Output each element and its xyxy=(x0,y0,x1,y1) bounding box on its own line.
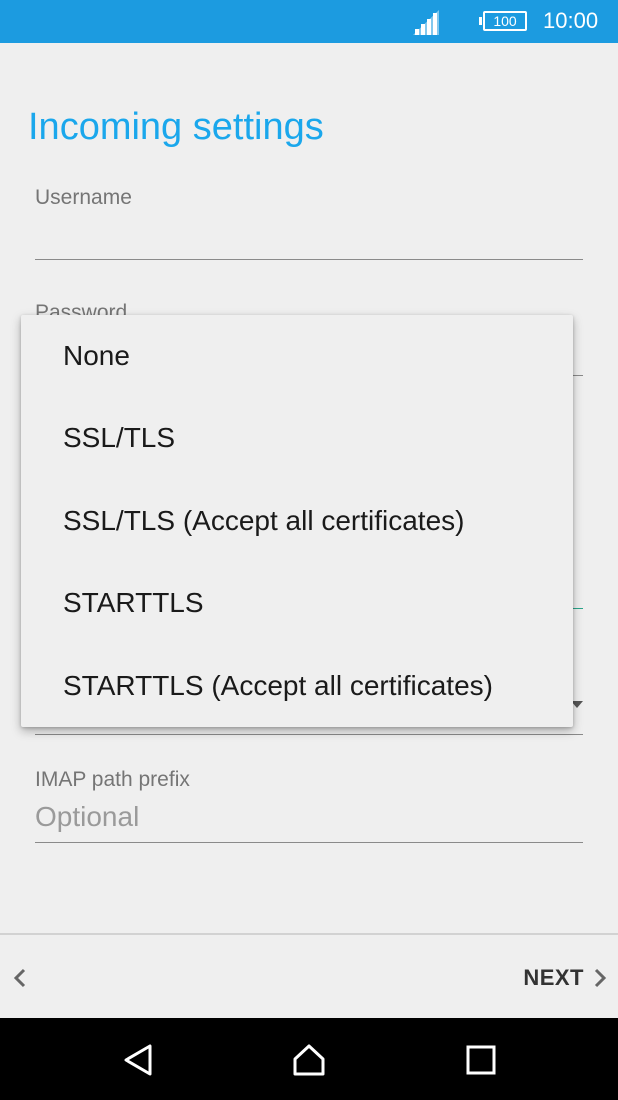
back-icon[interactable] xyxy=(120,1042,156,1078)
imap-prefix-underline xyxy=(35,842,583,843)
option-starttls[interactable]: STARTTLS xyxy=(21,562,573,644)
clock: 10:00 xyxy=(543,8,599,33)
page-title: Incoming settings xyxy=(28,106,324,148)
recents-icon[interactable] xyxy=(463,1042,499,1078)
imap-prefix-input[interactable]: Optional xyxy=(35,801,139,833)
next-label: NEXT xyxy=(523,965,584,990)
username-input[interactable] xyxy=(35,259,583,260)
option-ssl-tls[interactable]: SSL/TLS xyxy=(21,397,573,479)
imap-prefix-label: IMAP path prefix xyxy=(35,768,190,791)
battery-level: 100 xyxy=(493,13,517,29)
signal-icon xyxy=(413,10,439,35)
security-type-select[interactable] xyxy=(35,734,583,735)
nav-bar xyxy=(0,1018,618,1100)
username-label: Username xyxy=(35,186,132,209)
home-icon[interactable] xyxy=(291,1042,327,1078)
option-ssl-tls-accept-all[interactable]: SSL/TLS (Accept all certificates) xyxy=(21,480,573,562)
option-starttls-accept-all[interactable]: STARTTLS (Accept all certificates) xyxy=(21,645,573,727)
status-bar: 100 10:00 xyxy=(0,0,618,43)
battery-icon: 100 xyxy=(479,11,527,31)
security-dropdown-menu: None SSL/TLS SSL/TLS (Accept all certifi… xyxy=(21,315,573,727)
next-button[interactable]: NEXT xyxy=(523,963,608,993)
bottom-bar: NEXT xyxy=(0,933,618,1020)
chevron-left-icon[interactable] xyxy=(8,963,32,993)
chevron-right-icon xyxy=(594,968,607,988)
option-none[interactable]: None xyxy=(21,315,573,397)
